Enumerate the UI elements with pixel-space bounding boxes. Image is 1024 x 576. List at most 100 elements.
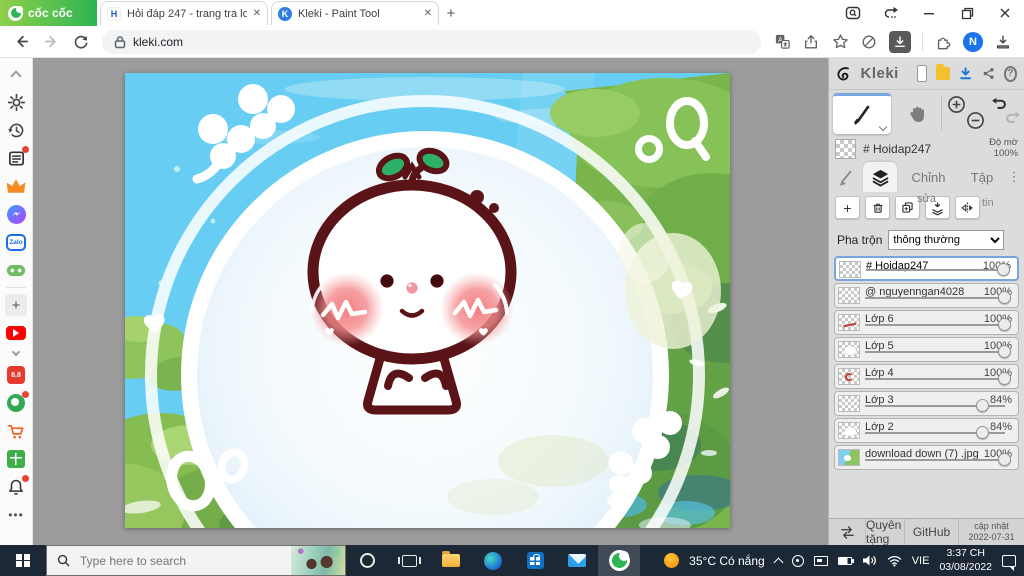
layer-opacity-slider[interactable]	[998, 318, 1011, 331]
store-button[interactable]	[514, 545, 556, 576]
weather-sun-icon[interactable]	[664, 553, 680, 568]
rewards-crown-icon[interactable]	[0, 172, 33, 200]
save-download-icon[interactable]	[959, 65, 972, 82]
task-view-button[interactable]	[388, 545, 430, 576]
add-layer-button[interactable]: +	[835, 196, 860, 219]
help-icon[interactable]: ?	[1003, 65, 1017, 82]
swap-arrows-icon[interactable]	[829, 519, 865, 545]
expand-chevron-icon[interactable]	[0, 347, 33, 361]
profile-avatar[interactable]: N	[963, 31, 983, 52]
address-bar[interactable]: kleki.com	[102, 29, 761, 54]
collapse-chevron-icon[interactable]	[0, 60, 33, 88]
active-layer-thumbnail[interactable]	[835, 139, 856, 159]
brush-tool-button[interactable]	[833, 93, 891, 134]
layer-row[interactable]: Lớp 3 84%	[834, 391, 1019, 416]
shopping-cart-icon[interactable]	[0, 417, 33, 445]
add-plus-button[interactable]: +	[0, 291, 33, 319]
paint-canvas[interactable]	[125, 73, 730, 528]
coccoc-brand[interactable]: cốc cốc	[0, 0, 97, 26]
mail-button[interactable]	[556, 545, 598, 576]
search-input[interactable]	[78, 552, 248, 569]
speaker-icon[interactable]	[862, 554, 877, 567]
tab-layers[interactable]	[863, 162, 897, 192]
zalo-icon[interactable]: Zalo	[0, 228, 33, 256]
search-highlight-image[interactable]	[291, 546, 345, 575]
adblock-shield-icon[interactable]	[860, 33, 878, 51]
layer-opacity-slider[interactable]	[998, 453, 1011, 466]
github-link[interactable]: GitHub	[904, 519, 958, 545]
share-icon[interactable]	[802, 33, 820, 51]
layer-opacity-slider[interactable]	[975, 426, 989, 439]
settings-gear-icon[interactable]	[0, 88, 33, 116]
open-folder-icon[interactable]	[936, 64, 951, 80]
youtube-icon[interactable]	[0, 319, 33, 347]
layer-row[interactable]: Lớp 4 100%	[834, 364, 1019, 389]
hand-tool-button[interactable]	[899, 98, 935, 129]
close-window-button[interactable]	[986, 0, 1024, 26]
new-tab-button[interactable]: +	[439, 1, 463, 25]
language-indicator[interactable]: VIE	[912, 555, 930, 567]
news-feed-icon[interactable]	[0, 445, 33, 473]
layer-opacity-slider[interactable]	[998, 372, 1011, 385]
news-list-icon[interactable]	[0, 144, 33, 172]
minimize-button[interactable]	[910, 0, 948, 26]
zoom-out-icon[interactable]	[966, 111, 985, 130]
weather-condition[interactable]: Có nắng	[719, 554, 764, 568]
wifi-icon[interactable]	[887, 555, 902, 567]
new-image-icon[interactable]	[916, 65, 928, 82]
bookmark-star-icon[interactable]	[831, 33, 849, 51]
close-tab-icon[interactable]: ✕	[424, 8, 432, 19]
tab-hoidap247[interactable]: H Hỏi đáp 247 - trang tra loi ✕	[100, 1, 268, 25]
layer-opacity-slider[interactable]	[998, 345, 1011, 358]
download-button[interactable]	[889, 30, 911, 53]
taskbar-search[interactable]	[46, 545, 346, 576]
restore-button[interactable]	[948, 0, 986, 26]
layer-row[interactable]: # Hoidap247 100%	[834, 256, 1019, 281]
action-center-icon[interactable]	[1002, 554, 1016, 571]
translate-icon[interactable]: A	[773, 33, 791, 51]
forward-icon[interactable]	[42, 33, 60, 51]
layer-row[interactable]: download down (7) .jpg 100%	[834, 445, 1019, 470]
tray-record-icon[interactable]	[791, 554, 804, 567]
tab-edit[interactable]: Chỉnh	[897, 162, 960, 192]
weather-temp[interactable]: 35°C	[689, 554, 716, 568]
tab-file[interactable]: Tập	[960, 162, 1004, 192]
close-tab-icon[interactable]: ✕	[253, 8, 261, 19]
layer-row[interactable]: Lớp 6 100%	[834, 310, 1019, 335]
redo-icon[interactable]	[1005, 110, 1023, 128]
more-menu-icon[interactable]: ⋮	[1004, 162, 1024, 192]
extensions-puzzle-icon[interactable]	[934, 33, 952, 51]
games-gamepad-icon[interactable]	[0, 256, 33, 284]
messenger-icon[interactable]	[0, 200, 33, 228]
taskbar-clock[interactable]: 3:37 CH 03/08/2022	[939, 547, 992, 573]
start-button[interactable]	[0, 545, 46, 576]
reopen-tab-icon[interactable]	[872, 0, 910, 26]
tab-kleki[interactable]: K Kleki - Paint Tool ✕	[271, 1, 439, 25]
chat-icon[interactable]	[0, 389, 33, 417]
layer-row[interactable]: Lớp 2 84%	[834, 418, 1019, 443]
rename-layer-button[interactable]	[955, 196, 980, 219]
tab-search-icon[interactable]	[834, 0, 872, 26]
battery-icon[interactable]	[837, 556, 854, 565]
tray-chevron-up-icon[interactable]	[773, 557, 784, 567]
downloads-tray-icon[interactable]	[994, 33, 1012, 51]
hot-deals-icon[interactable]: 8.8	[0, 361, 33, 389]
layer-row[interactable]: @ nguyenngan4028 100%	[834, 283, 1019, 308]
coccoc-taskbar-button[interactable]	[598, 545, 640, 576]
blend-mode-select[interactable]: thông thường	[888, 230, 1005, 250]
layer-opacity-slider[interactable]	[998, 291, 1011, 304]
share-nodes-icon[interactable]	[982, 65, 995, 82]
notifications-bell-icon[interactable]	[0, 473, 33, 501]
edge-button[interactable]	[472, 545, 514, 576]
reload-icon[interactable]	[72, 33, 90, 51]
layer-opacity-slider[interactable]	[997, 263, 1010, 276]
history-icon[interactable]	[0, 116, 33, 144]
back-icon[interactable]	[12, 33, 30, 51]
cortana-button[interactable]	[346, 545, 388, 576]
file-explorer-button[interactable]	[430, 545, 472, 576]
donate-link[interactable]: Quyên tặng	[865, 518, 904, 546]
more-ellipsis-icon[interactable]: •••	[0, 501, 33, 529]
delete-layer-button[interactable]	[865, 196, 890, 219]
tab-brush-settings[interactable]	[829, 162, 863, 192]
tray-display-icon[interactable]	[813, 555, 828, 566]
